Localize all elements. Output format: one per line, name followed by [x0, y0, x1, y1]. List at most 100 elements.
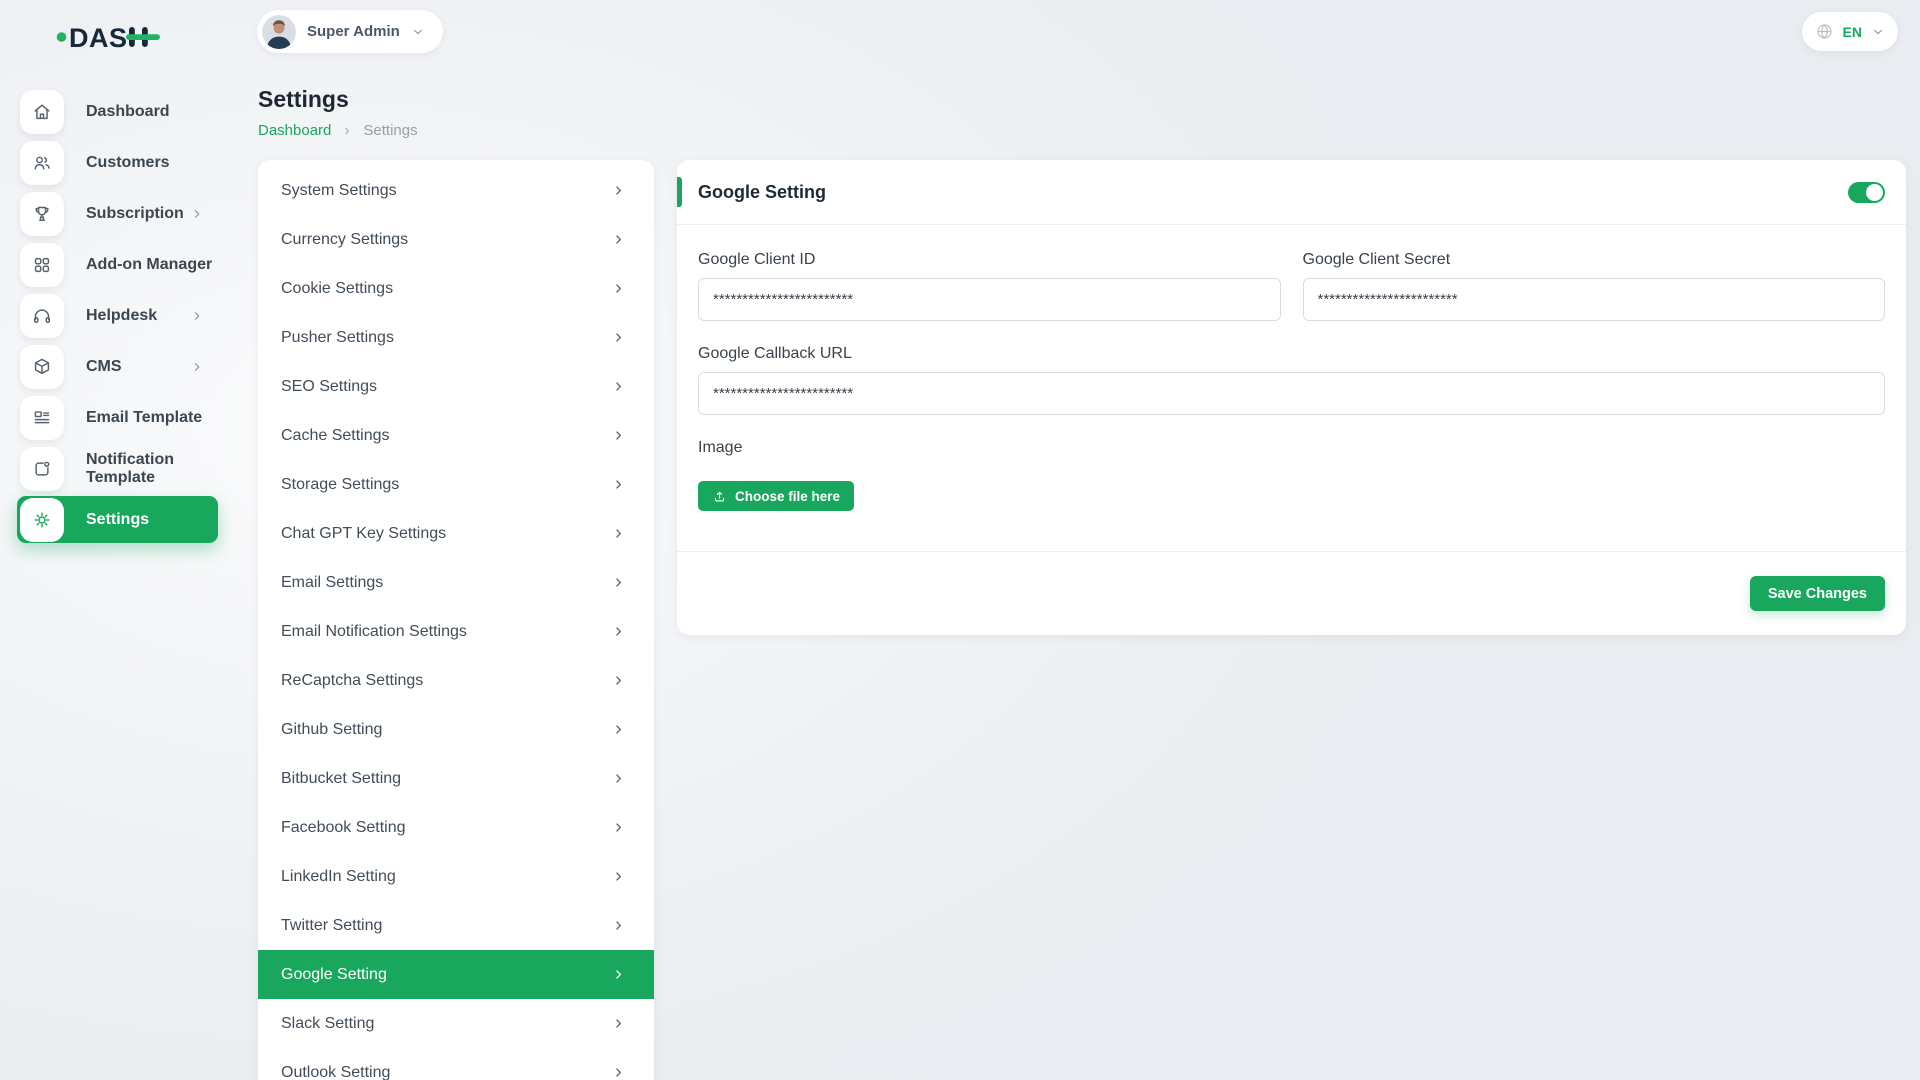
sidebar-nav: Dashboard Customers Subscription Add-on …: [0, 86, 232, 545]
settings-nav-item-seo-settings[interactable]: SEO Settings: [258, 362, 654, 411]
settings-nav-item-email-notification-settings[interactable]: Email Notification Settings: [258, 607, 654, 656]
sidebar-item-email-template[interactable]: Email Template: [0, 392, 232, 443]
app-logo[interactable]: DAS: [56, 18, 176, 54]
card-body: Google Client ID Google Client Secret Go…: [677, 225, 1906, 551]
field-label: Google Client Secret: [1303, 251, 1886, 269]
settings-nav-item-facebook-setting[interactable]: Facebook Setting: [258, 803, 654, 852]
language-selector[interactable]: EN: [1802, 12, 1898, 51]
google-client-secret-input[interactable]: [1303, 278, 1886, 321]
chevron-right-icon: [611, 1065, 626, 1080]
settings-nav-item-currency-settings[interactable]: Currency Settings: [258, 215, 654, 264]
breadcrumb-current: Settings: [363, 122, 417, 139]
sidebar-item-helpdesk[interactable]: Helpdesk: [0, 290, 232, 341]
chevron-right-icon: [611, 428, 626, 443]
settings-nav-item-google-setting[interactable]: Google Setting: [258, 950, 654, 999]
chevron-right-icon: [190, 360, 204, 374]
chevron-right-icon: [611, 1016, 626, 1031]
settings-nav-panel: System Settings Currency Settings Cookie…: [258, 160, 654, 1080]
settings-nav-item-cache-settings[interactable]: Cache Settings: [258, 411, 654, 460]
globe-icon: [1815, 22, 1834, 41]
avatar: [262, 15, 296, 49]
svg-text:DAS: DAS: [69, 23, 128, 53]
sidebar-item-subscription[interactable]: Subscription: [0, 188, 232, 239]
chevron-right-icon: [190, 309, 204, 323]
chevron-right-icon: [611, 330, 626, 345]
chevron-right-icon: [611, 281, 626, 296]
settings-nav-item-email-settings[interactable]: Email Settings: [258, 558, 654, 607]
user-menu[interactable]: Super Admin: [257, 10, 443, 53]
chevron-right-icon: [611, 771, 626, 786]
chevron-right-icon: [611, 967, 626, 982]
sidebar-item-cms[interactable]: CMS: [0, 341, 232, 392]
chevron-right-icon: [611, 673, 626, 688]
card-footer: Save Changes: [677, 551, 1906, 635]
settings-nav-item-recaptcha-settings[interactable]: ReCaptcha Settings: [258, 656, 654, 705]
image-label: Image: [698, 439, 1885, 457]
chevron-right-icon: [611, 624, 626, 639]
chevron-right-icon: [611, 232, 626, 247]
field-label: Google Callback URL: [698, 345, 1885, 363]
trophy-icon: [20, 192, 64, 236]
chevron-right-icon: [611, 820, 626, 835]
gear-icon: [20, 498, 64, 542]
page-title: Settings: [258, 86, 1906, 113]
sidebar-item-dashboard[interactable]: Dashboard: [0, 86, 232, 137]
cube-icon: [20, 345, 64, 389]
chevron-right-icon: [611, 722, 626, 737]
settings-nav-item-outlook-setting[interactable]: Outlook Setting: [258, 1048, 654, 1080]
grid-icon: [20, 243, 64, 287]
settings-nav-item-twitter-setting[interactable]: Twitter Setting: [258, 901, 654, 950]
settings-nav-item-slack-setting[interactable]: Slack Setting: [258, 999, 654, 1048]
settings-nav-item-github-setting[interactable]: Github Setting: [258, 705, 654, 754]
email-template-icon: [20, 396, 64, 440]
sidebar-item-settings[interactable]: Settings: [0, 494, 232, 545]
field-google-client-id: Google Client ID: [698, 251, 1281, 321]
choose-file-button[interactable]: Choose file here: [698, 481, 854, 511]
sidebar-item-notification-template[interactable]: Notification Template: [0, 443, 232, 494]
chevron-right-icon: [611, 477, 626, 492]
save-changes-button[interactable]: Save Changes: [1750, 576, 1885, 611]
breadcrumb: Dashboard Settings: [258, 122, 1906, 139]
headphones-icon: [20, 294, 64, 338]
settings-nav-item-chat-gpt-key-settings[interactable]: Chat GPT Key Settings: [258, 509, 654, 558]
chevron-right-icon: [611, 379, 626, 394]
notification-template-icon: [20, 447, 64, 491]
google-setting-toggle[interactable]: [1848, 182, 1885, 203]
google-client-id-input[interactable]: [698, 278, 1281, 321]
card-title: Google Setting: [698, 182, 826, 203]
accent-bar: [677, 177, 682, 207]
sidebar: DAS Dashboard Customers Subscription Add…: [0, 0, 232, 1080]
image-upload-block: Image Choose file here: [698, 439, 1885, 511]
user-name: Super Admin: [307, 23, 400, 40]
breadcrumb-dashboard-link[interactable]: Dashboard: [258, 122, 331, 139]
chevron-right-icon: [611, 869, 626, 884]
toggle-knob: [1866, 184, 1883, 201]
card-header: Google Setting: [677, 160, 1906, 225]
sidebar-item-customers[interactable]: Customers: [0, 137, 232, 188]
chevron-right-icon: [611, 526, 626, 541]
sidebar-item-addon-manager[interactable]: Add-on Manager: [0, 239, 232, 290]
chevron-down-icon: [1871, 25, 1885, 39]
settings-nav-item-storage-settings[interactable]: Storage Settings: [258, 460, 654, 509]
settings-nav-item-linkedin-setting[interactable]: LinkedIn Setting: [258, 852, 654, 901]
google-setting-card: Google Setting Google Client ID Google C…: [677, 160, 1906, 635]
home-icon: [20, 90, 64, 134]
chevron-right-icon: [341, 125, 353, 137]
chevron-down-icon: [411, 25, 425, 39]
settings-nav-item-system-settings[interactable]: System Settings: [258, 166, 654, 215]
field-google-client-secret: Google Client Secret: [1303, 251, 1886, 321]
settings-nav-item-bitbucket-setting[interactable]: Bitbucket Setting: [258, 754, 654, 803]
settings-nav-item-pusher-settings[interactable]: Pusher Settings: [258, 313, 654, 362]
field-google-callback-url: Google Callback URL: [698, 345, 1885, 415]
chevron-right-icon: [190, 207, 204, 221]
google-callback-url-input[interactable]: [698, 372, 1885, 415]
chevron-right-icon: [611, 575, 626, 590]
upload-icon: [712, 489, 727, 504]
dash-logo-icon: DAS: [56, 18, 176, 54]
settings-nav-item-cookie-settings[interactable]: Cookie Settings: [258, 264, 654, 313]
field-label: Google Client ID: [698, 251, 1281, 269]
chevron-right-icon: [611, 918, 626, 933]
users-icon: [20, 141, 64, 185]
chevron-right-icon: [611, 183, 626, 198]
language-code: EN: [1843, 24, 1862, 40]
